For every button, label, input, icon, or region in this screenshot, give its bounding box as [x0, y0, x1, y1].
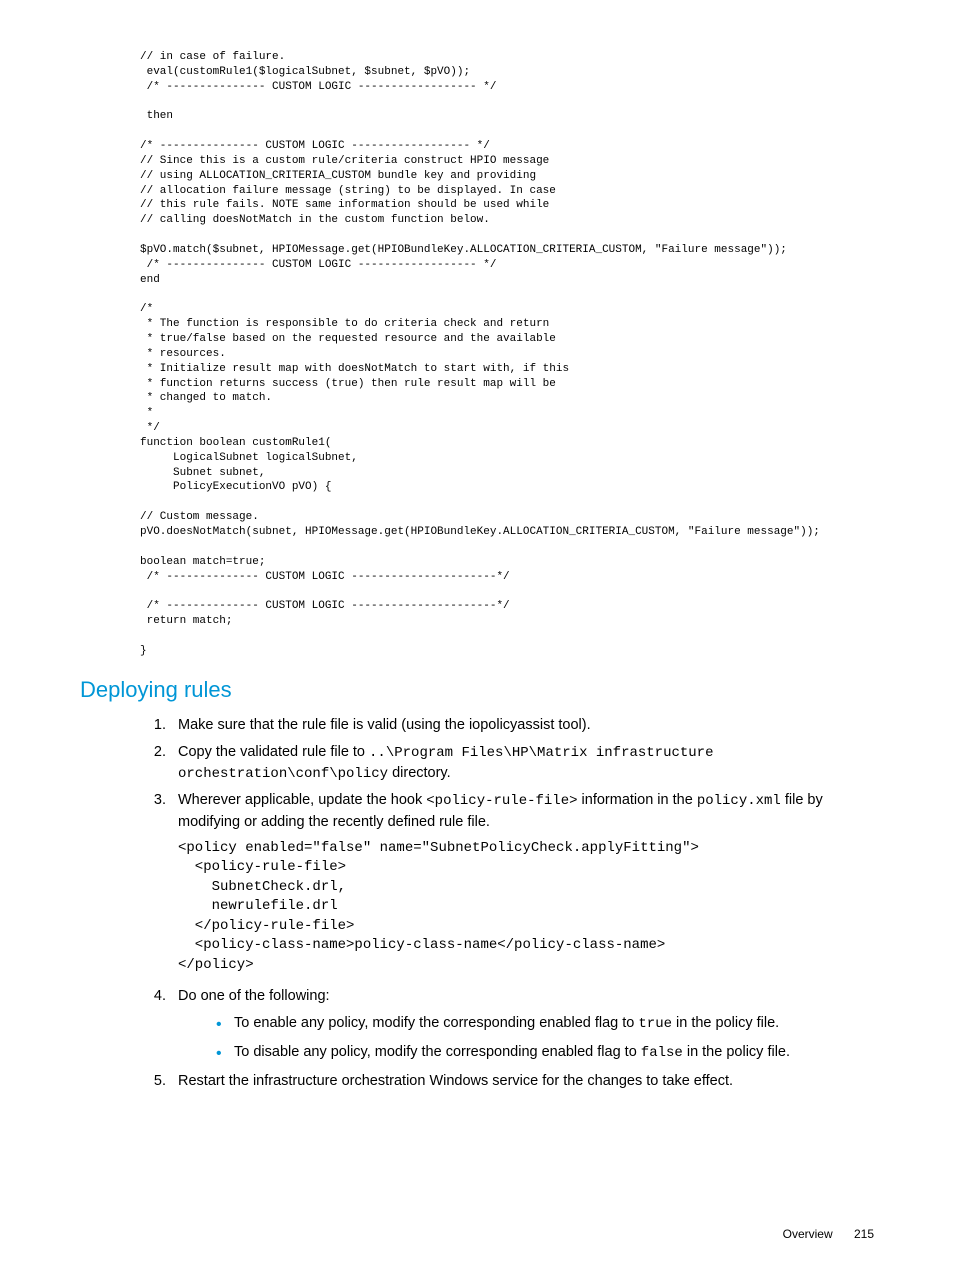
list-item-3-codeblock: <policy enabled="false" name="SubnetPoli…: [178, 839, 874, 976]
bullet-1-code: true: [638, 1016, 672, 1032]
list-item-2-text-b: directory.: [388, 765, 451, 781]
list-item-4: Do one of the following: To enable any p…: [170, 986, 874, 1064]
footer-page-number: 215: [854, 1227, 874, 1241]
list-item-3-code2: policy.xml: [697, 793, 781, 809]
bullet-2-text-a: To disable any policy, modify the corres…: [234, 1044, 641, 1060]
bullet-list: To enable any policy, modify the corresp…: [178, 1013, 874, 1064]
list-item-5-text: Restart the infrastructure orchestration…: [178, 1073, 733, 1089]
footer-label: Overview: [783, 1227, 833, 1241]
list-item-1: Make sure that the rule file is valid (u…: [170, 715, 874, 736]
list-item-3-text-a: Wherever applicable, update the hook: [178, 792, 426, 808]
list-item-2: Copy the validated rule file to ..\Progr…: [170, 742, 874, 785]
list-item-3-code: <policy-rule-file>: [426, 793, 577, 809]
bullet-item-2: To disable any policy, modify the corres…: [216, 1042, 874, 1063]
page-footer: Overview 215: [783, 1227, 874, 1241]
bullet-1-text-b: in the policy file.: [672, 1015, 779, 1031]
bullet-2-text-b: in the policy file.: [683, 1044, 790, 1060]
list-item-5: Restart the infrastructure orchestration…: [170, 1071, 874, 1092]
list-item-1-text: Make sure that the rule file is valid (u…: [178, 717, 591, 733]
list-item-3-text-b: information in the: [578, 792, 697, 808]
list-item-4-text: Do one of the following:: [178, 988, 330, 1004]
list-item-3: Wherever applicable, update the hook <po…: [170, 790, 874, 975]
document-page: // in case of failure. eval(customRule1(…: [0, 0, 954, 1271]
bullet-2-code: false: [641, 1045, 683, 1061]
bullet-1-text-a: To enable any policy, modify the corresp…: [234, 1015, 638, 1031]
code-block-top: // in case of failure. eval(customRule1(…: [140, 50, 874, 659]
section-heading-deploying-rules: Deploying rules: [80, 677, 874, 703]
bullet-item-1: To enable any policy, modify the corresp…: [216, 1013, 874, 1034]
list-item-2-text-a: Copy the validated rule file to: [178, 744, 369, 760]
ordered-list: Make sure that the rule file is valid (u…: [140, 715, 874, 1093]
